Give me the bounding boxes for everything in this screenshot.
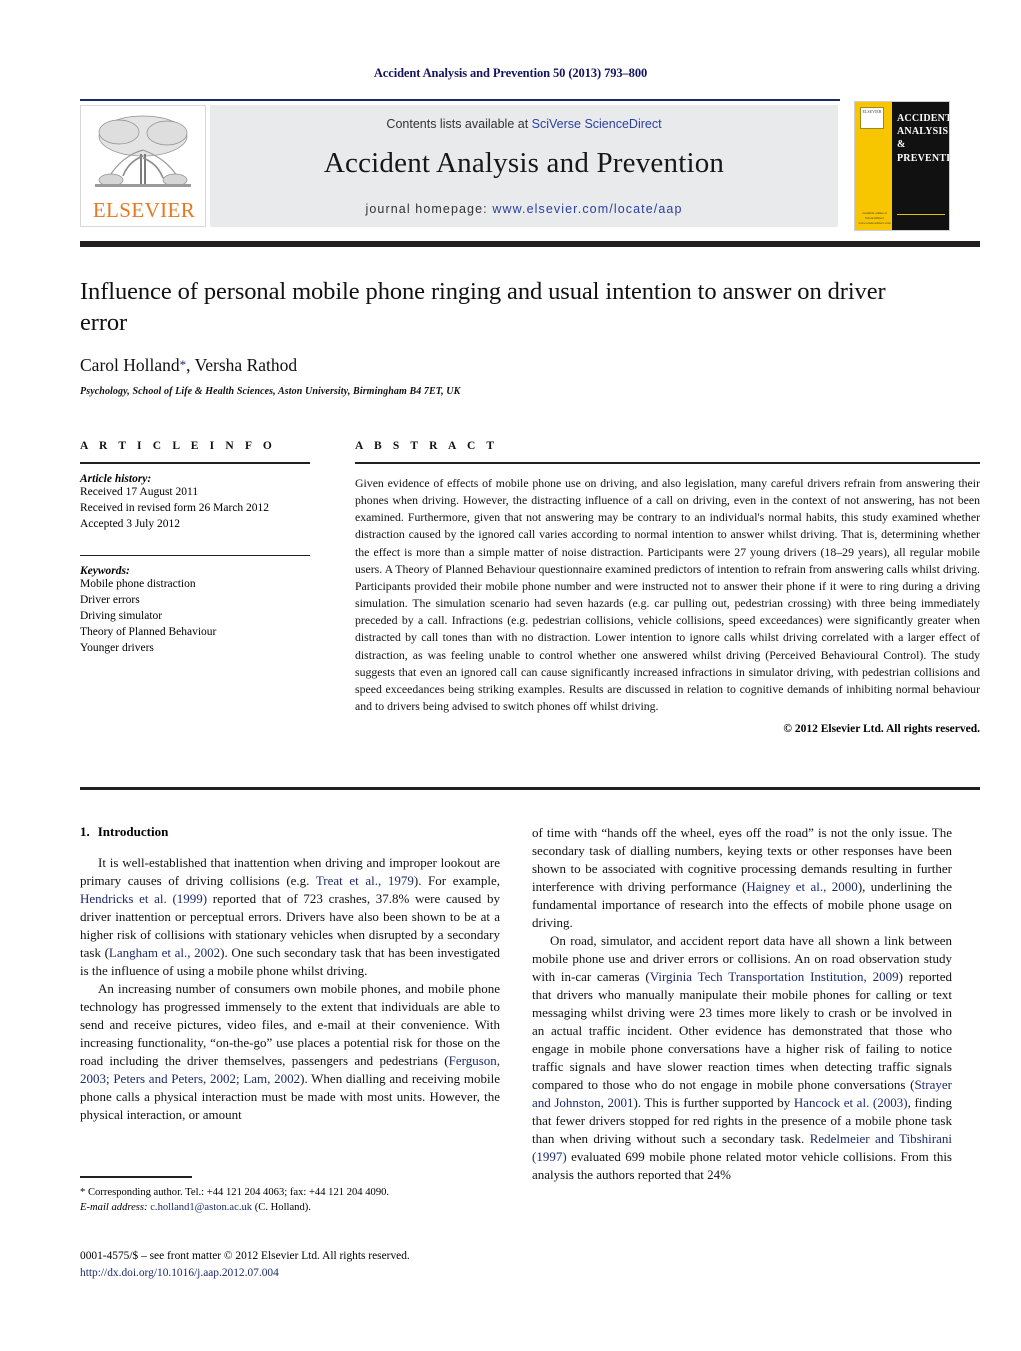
paragraph: An increasing number of consumers own mo… bbox=[80, 980, 500, 1124]
body-column-left: 1. Introduction It is well-established th… bbox=[80, 824, 500, 1124]
citation-link[interactable]: Hancock et al. (2003) bbox=[794, 1095, 908, 1110]
keywords-heading: Keywords: bbox=[80, 565, 130, 578]
footnote-rule bbox=[80, 1176, 192, 1178]
keyword-item: Mobile phone distraction bbox=[80, 578, 196, 591]
cover-divider bbox=[897, 214, 945, 215]
text-run: ). For example, bbox=[413, 873, 501, 888]
citation-link[interactable]: Treat et al., 1979 bbox=[316, 873, 414, 888]
affiliation: Psychology, School of Life & Health Scie… bbox=[80, 385, 461, 397]
doi-link[interactable]: http://dx.doi.org/10.1016/j.aap.2012.07.… bbox=[80, 1265, 560, 1282]
issn-copyright-line: 0001-4575/$ – see front matter © 2012 El… bbox=[80, 1250, 410, 1262]
journal-header-band: ELSEVIER Contents lists available at Sci… bbox=[80, 101, 980, 231]
header-bottom-bar bbox=[80, 241, 980, 247]
citation-link[interactable]: Langham et al., 2002 bbox=[109, 945, 220, 960]
article-history-heading: Article history: bbox=[80, 473, 152, 485]
footnote-text: * Corresponding author. Tel.: +44 121 20… bbox=[80, 1185, 500, 1216]
running-head: Accident Analysis and Prevention 50 (201… bbox=[373, 66, 648, 80]
abstract-bottom-rule bbox=[80, 787, 980, 790]
author-list: Carol Holland*, Versha Rathod bbox=[80, 355, 910, 376]
keywords-rule bbox=[80, 554, 310, 557]
keyword-item: Younger drivers bbox=[80, 641, 154, 654]
cover-elsevier-mark-icon: ELSEVIER bbox=[860, 107, 884, 129]
abstract-label: A B S T R A C T bbox=[355, 440, 499, 452]
email-link[interactable]: c.holland1@aston.ac.uk bbox=[150, 1202, 252, 1213]
journal-title: Accident Analysis and Prevention bbox=[323, 147, 725, 179]
sciencedirect-link[interactable]: SciVerse ScienceDirect bbox=[532, 117, 662, 131]
cover-title: ACCIDENT ANALYSIS & PREVENTION bbox=[897, 113, 950, 164]
section-title: Introduction bbox=[97, 824, 169, 839]
paragraph: of time with “hands off the wheel, eyes … bbox=[532, 824, 952, 932]
author-secondary: , Versha Rathod bbox=[186, 354, 298, 375]
elsevier-tree-icon bbox=[95, 115, 191, 187]
text-run: An increasing number of consumers own mo… bbox=[80, 981, 500, 1068]
keywords-block: Keywords: Mobile phone distraction Drive… bbox=[80, 554, 310, 657]
footnote-block: * Corresponding author. Tel.: +44 121 20… bbox=[80, 1176, 500, 1215]
footnote-contact: Corresponding author. Tel.: +44 121 204 … bbox=[85, 1186, 390, 1198]
cover-footer-text: available online at ScienceDirect www.sc… bbox=[858, 210, 891, 225]
contents-available-line: Contents lists available at SciVerse Sci… bbox=[210, 117, 838, 131]
journal-homepage-link[interactable]: www.elsevier.com/locate/aap bbox=[492, 202, 682, 216]
text-run: ) reported that drivers who manually man… bbox=[532, 969, 953, 1092]
citation-link[interactable]: Haigney et al., 2000 bbox=[746, 879, 858, 894]
abstract-column: A B S T R A C T Given evidence of effect… bbox=[355, 440, 980, 735]
article-history-item: Accepted 3 July 2012 bbox=[80, 517, 180, 530]
page-title: Influence of personal mobile phone ringi… bbox=[80, 278, 886, 337]
bottom-matter: 0001-4575/$ – see front matter © 2012 El… bbox=[80, 1248, 560, 1282]
homepage-prefix: journal homepage: bbox=[365, 202, 493, 216]
text-run: ). This is further supported by bbox=[633, 1095, 794, 1110]
article-history-item: Received 17 August 2011 bbox=[80, 486, 199, 498]
paper-page: Accident Analysis and Prevention 50 (201… bbox=[0, 0, 1021, 1351]
journal-cover-thumbnail: ELSEVIER ACCIDENT ANALYSIS & PREVENTION … bbox=[854, 101, 950, 231]
citation-link[interactable]: Hendricks et al. (1999) bbox=[80, 891, 207, 906]
author-primary: Carol Holland bbox=[80, 354, 180, 375]
article-info-label: A R T I C L E I N F O bbox=[80, 440, 276, 452]
section-number: 1. bbox=[80, 824, 90, 839]
keyword-item: Theory of Planned Behaviour bbox=[80, 625, 217, 638]
citation-link[interactable]: Virginia Tech Transportation Institution… bbox=[650, 969, 899, 984]
text-run: evaluated 699 mobile phone related motor… bbox=[532, 1149, 952, 1182]
elsevier-logo: ELSEVIER bbox=[80, 105, 206, 227]
keyword-item: Driver errors bbox=[80, 593, 140, 606]
abstract-text: Given evidence of effects of mobile phon… bbox=[355, 476, 980, 714]
paragraph: On road, simulator, and accident report … bbox=[532, 932, 952, 1184]
email-owner: (C. Holland). bbox=[252, 1201, 311, 1213]
journal-masthead: Contents lists available at SciVerse Sci… bbox=[210, 105, 838, 227]
article-history-item: Received in revised form 26 March 2012 bbox=[80, 501, 270, 514]
abstract-rule bbox=[355, 462, 980, 464]
body-column-right: of time with “hands off the wheel, eyes … bbox=[532, 824, 952, 1184]
contents-prefix: Contents lists available at bbox=[386, 117, 532, 131]
journal-homepage-line: journal homepage: www.elsevier.com/locat… bbox=[210, 202, 838, 216]
article-info-rule bbox=[80, 462, 310, 464]
title-block: Influence of personal mobile phone ringi… bbox=[80, 276, 910, 397]
paragraph: It is well-established that inattention … bbox=[80, 854, 500, 980]
elsevier-wordmark: ELSEVIER bbox=[92, 198, 196, 222]
section-heading-introduction: 1. Introduction bbox=[80, 824, 500, 840]
keyword-item: Driving simulator bbox=[80, 609, 163, 622]
abstract-copyright: © 2012 Elsevier Ltd. All rights reserved… bbox=[783, 723, 980, 736]
email-label: E-mail address: bbox=[80, 1201, 148, 1213]
article-info-column: A R T I C L E I N F O Article history: R… bbox=[80, 440, 310, 656]
